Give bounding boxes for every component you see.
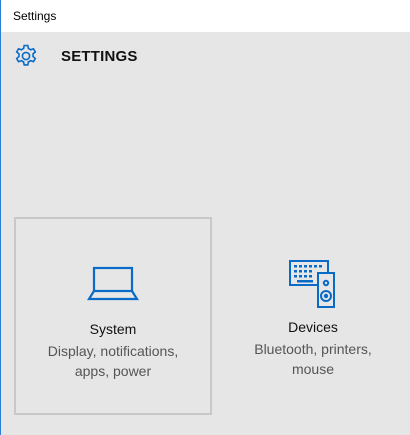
gear-icon <box>15 44 37 66</box>
tile-system-label: System <box>89 321 137 337</box>
tile-system[interactable]: System Display, notifications, apps, pow… <box>14 217 212 415</box>
tile-devices-description: Bluetooth, printers, mouse <box>222 339 404 379</box>
tile-devices[interactable]: Devices Bluetooth, printers, mouse <box>214 217 410 415</box>
laptop-icon <box>87 266 139 301</box>
tile-devices-label: Devices <box>288 319 338 335</box>
devices-icon <box>289 260 335 308</box>
tile-devices-description-line: Bluetooth, printers, <box>254 341 372 357</box>
tile-system-description: Display, notifications, apps, power <box>24 341 202 381</box>
tile-system-description-line: apps, power <box>74 363 152 379</box>
settings-window: Settings SETTINGS System Display, notifi… <box>0 0 410 435</box>
tile-system-description-line: Display, notifications, <box>47 343 179 359</box>
tile-devices-description-line: mouse <box>291 361 335 377</box>
window-title: Settings <box>13 9 57 23</box>
settings-header: SETTINGS <box>1 32 410 82</box>
title-bar[interactable]: Settings <box>1 0 410 32</box>
page-title: SETTINGS <box>61 48 138 65</box>
